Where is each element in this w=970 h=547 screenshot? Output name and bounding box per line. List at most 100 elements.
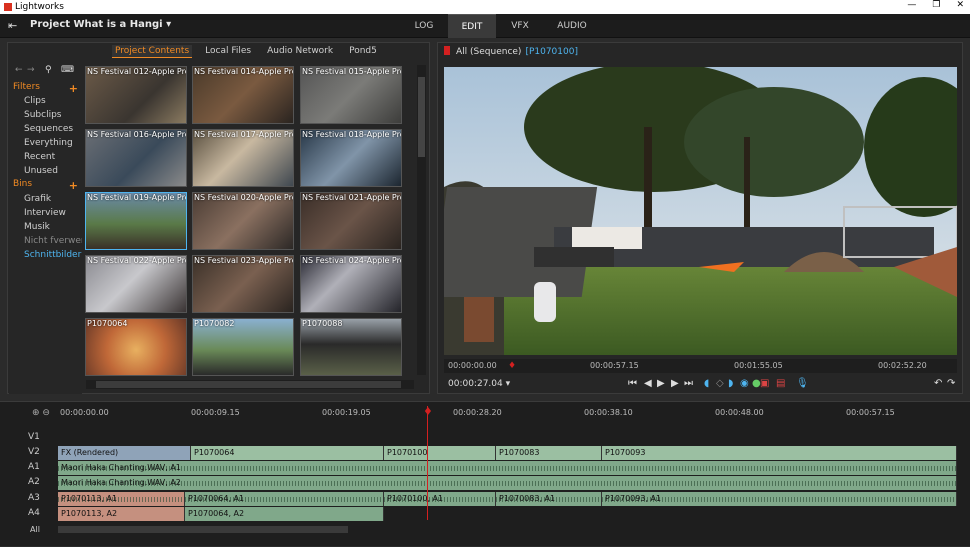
filter-everything[interactable]: Everything <box>24 138 73 148</box>
tab-vfx[interactable]: VFX <box>496 14 544 38</box>
timeline-audio-clip[interactable]: Maori Haka Chanting.WAV, A1 <box>58 461 957 475</box>
play-icon[interactable]: ▶ <box>657 378 665 389</box>
undo-icon[interactable]: ↶ <box>934 378 942 389</box>
track-label-a3[interactable]: A3 <box>28 493 48 503</box>
filter-sequences[interactable]: Sequences <box>24 124 73 134</box>
viewer-timeline-ruler[interactable]: 00:00:00.00 ♦ 00:00:57.15 00:01:55.05 00… <box>444 359 957 373</box>
video-frame[interactable] <box>444 67 957 355</box>
bin-interview[interactable]: Interview <box>24 208 66 218</box>
bin-grafik[interactable]: Grafik <box>24 194 51 204</box>
timeline-ruler[interactable]: 00:00:00.00 00:00:09.15 00:00:19.05 00:0… <box>58 406 958 420</box>
step-forward-icon[interactable]: ▶ <box>671 378 679 389</box>
clip-thumbnail[interactable]: NS Festival 021-Apple Pro <box>300 192 402 250</box>
search-icon[interactable]: ⚲ <box>45 65 52 75</box>
clip-thumbnail[interactable]: NS Festival 015-Apple Pro <box>300 66 402 124</box>
timeline-clip[interactable]: P1070064 <box>191 446 384 460</box>
scrollbar-thumb[interactable] <box>96 381 401 388</box>
position-timecode[interactable]: 00:00:27.04 ▾ <box>448 379 510 389</box>
close-button[interactable]: ✕ <box>956 0 964 10</box>
timeline-clip[interactable]: P1070093 <box>602 446 957 460</box>
viewer-clip-timecode: [P1070100] <box>525 47 578 57</box>
zoom-in-icon[interactable]: ⊕ <box>32 408 40 418</box>
tab-audio[interactable]: AUDIO <box>544 14 600 38</box>
timeline-clip[interactable]: P1070100 <box>384 446 496 460</box>
bin-nicht-verwendet[interactable]: Nicht fverwenc <box>24 236 82 246</box>
clip-thumbnail[interactable]: NS Festival 020-Apple Pro <box>192 192 294 250</box>
track-label-v1[interactable]: V1 <box>28 432 48 442</box>
keyboard-icon[interactable]: ⌨ <box>61 65 74 75</box>
tab-local-files[interactable]: Local Files <box>202 45 254 58</box>
filter-recent[interactable]: Recent <box>24 152 55 162</box>
clip-thumbnail-selected[interactable]: NS Festival 019-Apple Pro <box>85 192 187 250</box>
clip-thumbnail[interactable]: NS Festival 023-Apple Pro <box>192 255 294 313</box>
filter-clips[interactable]: Clips <box>24 96 46 106</box>
ruler-tick-label: 00:00:57.15 <box>846 408 895 417</box>
redo-icon[interactable]: ↷ <box>947 378 955 389</box>
overwrite-icon[interactable]: ▤ <box>776 378 785 389</box>
clip-thumbnail[interactable]: NS Festival 022-Apple Pro <box>85 255 187 313</box>
go-to-start-icon[interactable]: ⏮ <box>628 378 637 389</box>
clip-thumbnail[interactable]: P1070064 <box>85 318 187 376</box>
browser-tabs: Project Contents Local Files Audio Netwo… <box>112 45 380 58</box>
timeline-playhead[interactable] <box>427 406 428 520</box>
window-titlebar: Lightworks — ❐ ✕ <box>0 0 970 14</box>
mark-in-icon[interactable]: ◖ <box>704 378 709 389</box>
clip-thumbnail[interactable]: NS Festival 018-Apple Pro <box>300 129 402 187</box>
track-label-v2[interactable]: V2 <box>28 447 48 457</box>
clip-grid-vertical-scrollbar[interactable] <box>417 65 426 375</box>
filters-label: Filters <box>13 82 40 92</box>
clip-thumbnail[interactable]: NS Festival 012-Apple Pro <box>85 66 187 124</box>
voice-over-icon[interactable]: 🎙 <box>796 378 809 389</box>
exit-project-icon[interactable]: ⇤ <box>8 20 22 31</box>
window-title: Lightworks <box>15 2 64 12</box>
timeline-audio-clip[interactable]: P1070064, A2 <box>185 507 384 521</box>
step-back-icon[interactable]: ◀ <box>644 378 652 389</box>
forward-arrow-icon[interactable]: → <box>27 65 35 75</box>
clip-thumbnail[interactable]: P1070088 <box>300 318 402 376</box>
clip-thumbnail[interactable]: NS Festival 024-Apple Pro <box>300 255 402 313</box>
filter-subclips[interactable]: Subclips <box>24 110 61 120</box>
back-arrow-icon[interactable]: ← <box>15 65 23 75</box>
clip-thumbnail[interactable]: P1070082 <box>192 318 294 376</box>
scrollbar-thumb[interactable] <box>418 77 425 157</box>
clip-grid-horizontal-scrollbar[interactable] <box>86 380 414 389</box>
bin-schnittbilder[interactable]: Schnittbilder <box>24 250 81 260</box>
clip-thumbnail[interactable]: NS Festival 016-Apple Pro <box>85 129 187 187</box>
timeline-horizontal-scrollbar[interactable] <box>58 526 348 533</box>
timeline-audio-clip[interactable]: Maori Haka Chanting.WAV, A2 <box>58 476 957 490</box>
timeline-audio-clip[interactable]: P1070064, A1 <box>185 492 384 506</box>
timeline-audio-clip[interactable]: P1070083, A1 <box>496 492 602 506</box>
project-name[interactable]: Project What is a Hangi ▾ <box>30 19 171 30</box>
clip-thumbnail[interactable]: NS Festival 014-Apple Pro <box>192 66 294 124</box>
timeline-audio-clip[interactable]: P1070113, A2 <box>58 507 185 521</box>
go-to-end-icon[interactable]: ⏭ <box>684 378 693 389</box>
timeline-audio-clip[interactable]: P1070093, A1 <box>602 492 957 506</box>
tab-pond5[interactable]: Pond5 <box>346 45 380 58</box>
timeline-clip[interactable]: P1070083 <box>496 446 602 460</box>
bin-musik[interactable]: Musik <box>24 222 50 232</box>
clip-thumbnail[interactable]: NS Festival 017-Apple Pro <box>192 129 294 187</box>
clear-marks-icon[interactable]: ◇ <box>716 378 724 389</box>
timeline-clip[interactable]: FX (Rendered) <box>58 446 191 460</box>
minimize-button[interactable]: — <box>907 0 916 10</box>
filter-unused[interactable]: Unused <box>24 166 58 176</box>
insert-icon[interactable]: ▣ <box>760 378 769 389</box>
track-label-a4[interactable]: A4 <box>28 508 48 518</box>
mark-clip-icon[interactable]: ◉ <box>740 378 749 389</box>
timeline-audio-clip[interactable]: P1070100, A1 <box>384 492 496 506</box>
zoom-out-icon[interactable]: ⊖ <box>42 408 50 418</box>
tab-project-contents[interactable]: Project Contents <box>112 45 193 58</box>
add-bin-icon[interactable]: + <box>69 179 78 192</box>
playhead-marker-icon[interactable]: ♦ <box>508 362 516 371</box>
all-tracks-label[interactable]: All <box>30 525 40 534</box>
tab-audio-network[interactable]: Audio Network <box>264 45 336 58</box>
tab-edit[interactable]: EDIT <box>448 14 496 38</box>
timeline-audio-clip[interactable]: P1070113, A1 <box>58 492 185 506</box>
playhead-handle-icon[interactable]: ♦ <box>423 406 433 418</box>
tab-log[interactable]: LOG <box>400 14 448 38</box>
maximize-button[interactable]: ❐ <box>932 0 940 10</box>
add-filter-icon[interactable]: + <box>69 82 78 95</box>
track-label-a2[interactable]: A2 <box>28 477 48 487</box>
mark-out-icon[interactable]: ◗ <box>728 378 733 389</box>
track-label-a1[interactable]: A1 <box>28 462 48 472</box>
